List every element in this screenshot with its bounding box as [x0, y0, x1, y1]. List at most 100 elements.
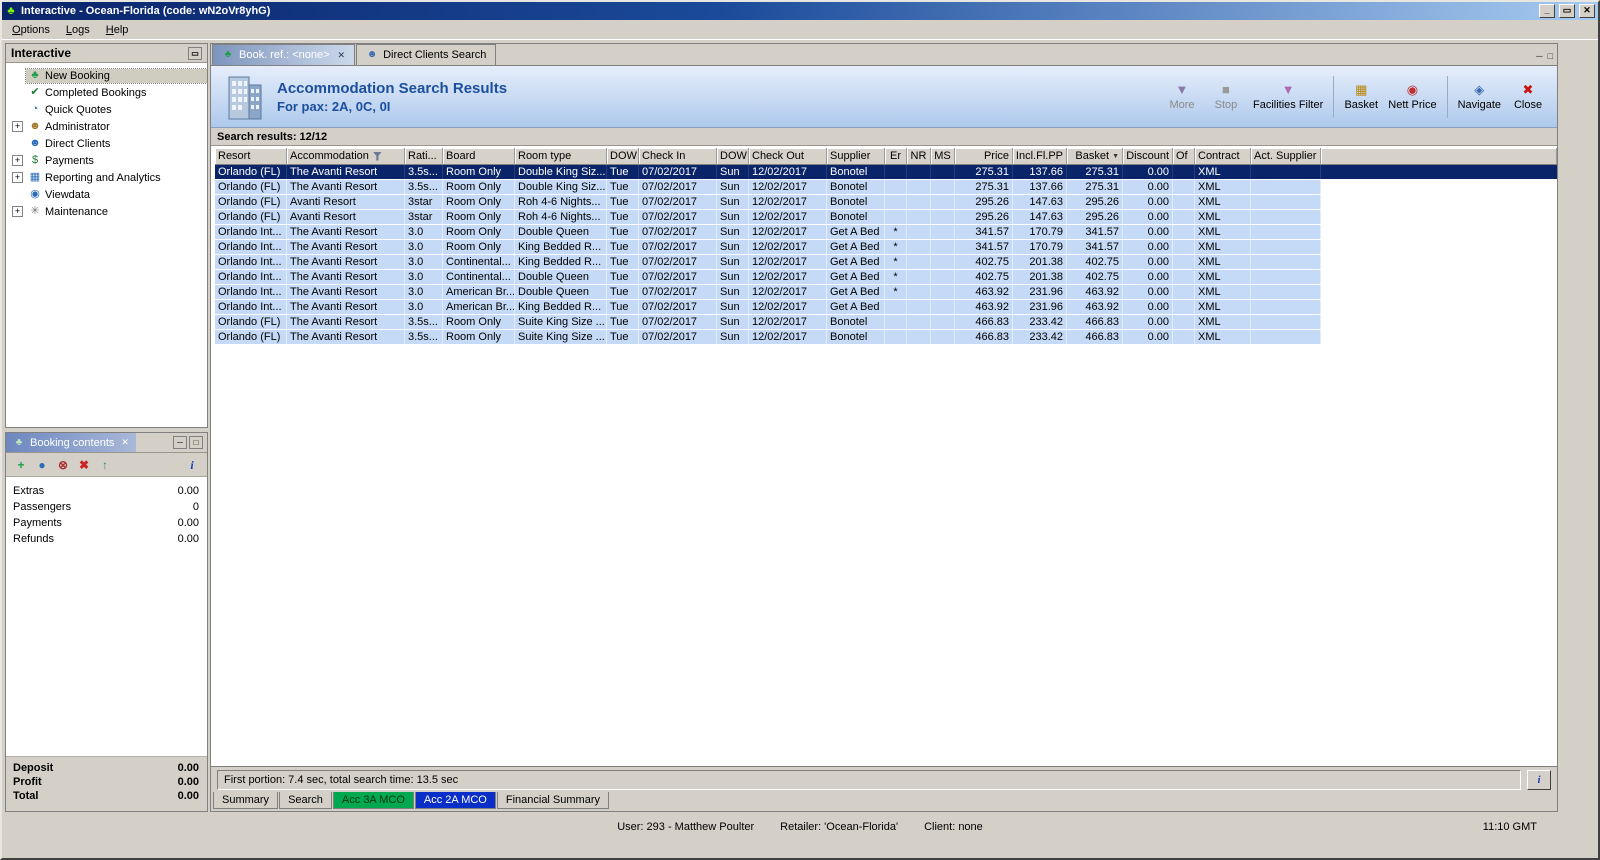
sidebar-item-direct-clients[interactable]: ☻ Direct Clients	[6, 135, 207, 152]
cell-room-type: Double Queen	[515, 225, 607, 239]
expander-icon[interactable]: +	[12, 206, 23, 217]
toolbar-button-label: Navigate	[1457, 98, 1501, 111]
delete-button[interactable]: ✖	[78, 458, 90, 472]
tabstrip-maximize-button[interactable]: □	[1548, 51, 1557, 65]
menu-help[interactable]: Help	[99, 22, 136, 38]
booking-row-value: 0.00	[177, 517, 199, 529]
export-button[interactable]: ↑	[99, 458, 111, 472]
result-row[interactable]: Orlando (FL) The Avanti Resort 3.5s... Room…	[215, 330, 1557, 345]
column-header-incl-fl-pp[interactable]: Incl.Fl.PP	[1013, 148, 1067, 165]
bottom-tab-financial-summary[interactable]: Financial Summary	[496, 792, 609, 809]
column-header-basket[interactable]: Basket ▼	[1067, 148, 1123, 165]
tab-close-icon[interactable]: ✕	[335, 50, 346, 61]
close-window-button[interactable]: ✕	[1579, 4, 1595, 18]
cell-dow: Sun	[717, 255, 749, 269]
column-header-discount[interactable]: Discount	[1123, 148, 1173, 165]
result-row[interactable]: Orlando (FL) Avanti Resort 3star Room Only R…	[215, 210, 1557, 225]
info-button[interactable]: i	[186, 458, 198, 472]
sidebar-item-quick-quotes[interactable]: ◔ Quick Quotes	[6, 101, 207, 118]
booking-maximize-button[interactable]: □	[189, 436, 203, 449]
sidebar-item-reporting-and-analytics[interactable]: + ▦ Reporting and Analytics	[6, 169, 207, 186]
cell-basket: 463.92	[1067, 300, 1123, 314]
result-row[interactable]: Orlando Int... The Avanti Resort 3.0 Contin…	[215, 255, 1557, 270]
expander-icon[interactable]: +	[12, 155, 23, 166]
column-header-of[interactable]: Of	[1173, 148, 1195, 165]
column-label: DOW	[610, 149, 637, 162]
booking-row-passengers[interactable]: Passengers 0	[6, 499, 207, 515]
booking-contents-tab[interactable]: ♣ Booking contents ✕	[6, 433, 136, 452]
sidebar-item-completed-bookings[interactable]: ✔ Completed Bookings	[6, 84, 207, 101]
document-tabstrip: ♣ Book. ref.: <none> ✕ ☻ Direct Clients Sear…	[211, 44, 1557, 66]
tabstrip-minimize-button[interactable]: ─	[1536, 51, 1546, 65]
cell-basket: 295.26	[1067, 210, 1123, 224]
bottom-tab-summary[interactable]: Summary	[213, 792, 279, 809]
result-row[interactable]: Orlando (FL) The Avanti Resort 3.5s... Room…	[215, 180, 1557, 195]
navigate-button[interactable]: ◈ Navigate	[1458, 83, 1501, 111]
booking-row-extras[interactable]: Extras 0.00	[6, 483, 207, 499]
tab-direct-clients-search[interactable]: ☻ Direct Clients Search	[356, 44, 497, 65]
booking-row-payments[interactable]: Payments 0.00	[6, 515, 207, 531]
cell-board: Room Only	[443, 180, 515, 194]
result-row[interactable]: Orlando Int... The Avanti Resort 3.0 Room O…	[215, 240, 1557, 255]
booking-contents-close-icon[interactable]: ✕	[119, 437, 129, 448]
sidebar-item-viewdata[interactable]: ◉ Viewdata	[6, 186, 207, 203]
column-header-ms[interactable]: MS	[931, 148, 955, 165]
expander-icon[interactable]: +	[12, 172, 23, 183]
tab-book-ref-none[interactable]: ♣ Book. ref.: <none> ✕	[212, 44, 356, 65]
result-row[interactable]: Orlando (FL) The Avanti Resort 3.5s... Room…	[215, 165, 1557, 180]
cell-dow: Sun	[717, 225, 749, 239]
result-row[interactable]: Orlando Int... The Avanti Resort 3.0 Contin…	[215, 270, 1557, 285]
sidebar-item-new-booking[interactable]: ♣ New Booking	[6, 67, 207, 84]
menu-options[interactable]: Options	[5, 22, 57, 38]
result-row[interactable]: Orlando Int... The Avanti Resort 3.0 Americ…	[215, 285, 1557, 300]
booking-row-refunds[interactable]: Refunds 0.00	[6, 531, 207, 547]
cell-of	[1173, 270, 1195, 284]
column-header-resort[interactable]: Resort	[215, 148, 287, 165]
basket-button[interactable]: ▦ Basket	[1344, 83, 1378, 111]
search-remove-button[interactable]: ⊗	[57, 458, 69, 472]
cell-contract: XML	[1195, 315, 1251, 329]
cell-supplier: Bonotel	[827, 195, 885, 209]
info-button[interactable]: i	[1527, 769, 1551, 790]
add-button[interactable]: +	[15, 458, 27, 472]
bottom-tab-search[interactable]: Search	[279, 792, 332, 809]
column-header-room-type[interactable]: Room type	[515, 148, 607, 165]
booking-minimize-button[interactable]: ─	[173, 436, 187, 449]
nett-price-button[interactable]: ◉ Nett Price	[1388, 83, 1436, 111]
panel-collapse-button[interactable]: ▭	[188, 46, 202, 60]
column-label: Er	[890, 149, 901, 162]
sidebar-item-payments[interactable]: + $ Payments	[6, 152, 207, 169]
column-header-board[interactable]: Board	[443, 148, 515, 165]
column-header-dow[interactable]: DOW	[717, 148, 749, 165]
column-header-dow[interactable]: DOW	[607, 148, 639, 165]
minimize-button[interactable]: _	[1539, 4, 1555, 18]
cell-resort: Orlando (FL)	[215, 315, 287, 329]
column-header-check-in[interactable]: Check In	[639, 148, 717, 165]
maximize-button[interactable]: ▭	[1559, 4, 1575, 18]
menu-logs[interactable]: Logs	[59, 22, 97, 38]
result-row[interactable]: Orlando (FL) The Avanti Resort 3.5s... Room…	[215, 315, 1557, 330]
expander-icon[interactable]: +	[12, 121, 23, 132]
toolbar-button-label: Nett Price	[1388, 98, 1437, 111]
facilities-filter-button[interactable]: ▼ Facilities Filter	[1253, 83, 1323, 111]
result-row[interactable]: Orlando Int... The Avanti Resort 3.0 Americ…	[215, 300, 1557, 315]
bottom-tab-acc-2a-mco[interactable]: Acc 2A MCO	[414, 792, 496, 809]
column-header-supplier[interactable]: Supplier	[827, 148, 885, 165]
result-row[interactable]: Orlando Int... The Avanti Resort 3.0 Room O…	[215, 225, 1557, 240]
filter-funnel-icon[interactable]	[372, 151, 382, 161]
column-header-check-out[interactable]: Check Out	[749, 148, 827, 165]
bottom-tab-acc-3a-mco[interactable]: Acc 3A MCO	[332, 792, 414, 809]
close-button[interactable]: ✖ Close	[1511, 83, 1545, 111]
column-header-nr[interactable]: NR	[907, 148, 931, 165]
column-header-price[interactable]: Price	[955, 148, 1013, 165]
stop-button: ■ Stop	[1209, 83, 1243, 111]
sidebar-item-administrator[interactable]: + ☻ Administrator	[6, 118, 207, 135]
world-button[interactable]: ●	[36, 458, 48, 472]
column-header-er[interactable]: Er	[885, 148, 907, 165]
column-header-act-supplier[interactable]: Act. Supplier	[1251, 148, 1321, 165]
result-row[interactable]: Orlando (FL) Avanti Resort 3star Room Only R…	[215, 195, 1557, 210]
column-header-contract[interactable]: Contract	[1195, 148, 1251, 165]
column-header-accommodation[interactable]: Accommodation	[287, 148, 405, 165]
sidebar-item-maintenance[interactable]: + ✳ Maintenance	[6, 203, 207, 220]
column-header-rati[interactable]: Rati...	[405, 148, 443, 165]
